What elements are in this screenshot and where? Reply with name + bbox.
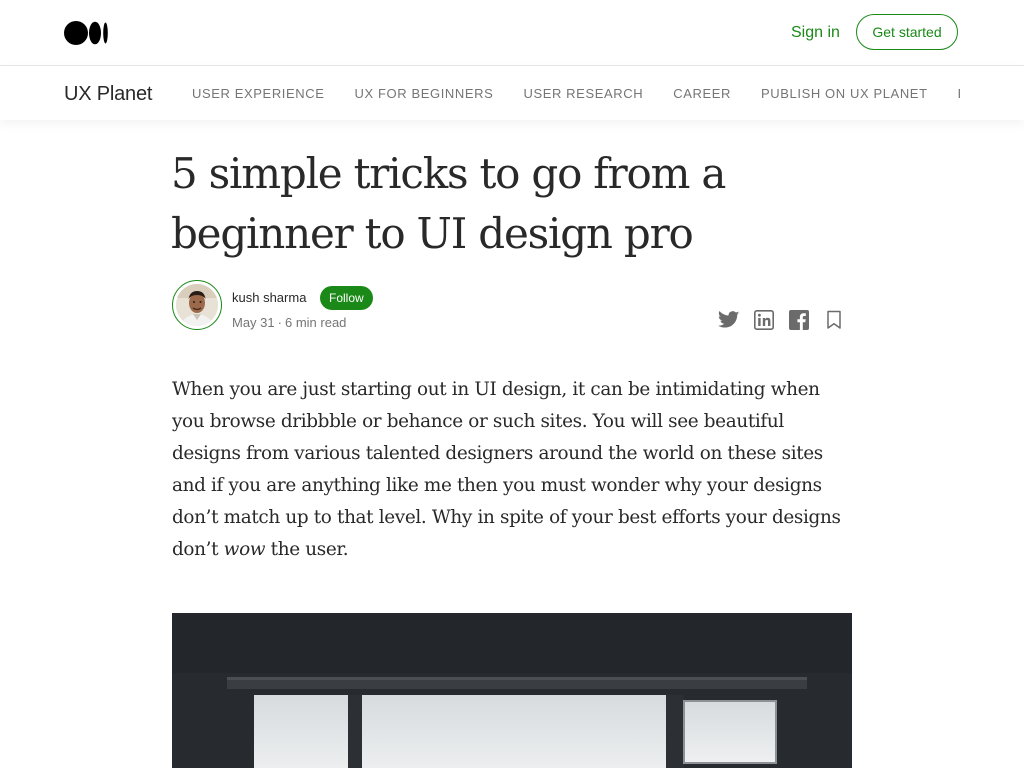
article-meta: May 31 · 6 min read	[232, 315, 346, 330]
nav-item-ux-for-beginners[interactable]: UX FOR BEGINNERS	[355, 85, 494, 105]
publication-bar: UX Planet USER EXPERIENCE UX FOR BEGINNE…	[0, 66, 1024, 120]
nav-item-career[interactable]: CAREER	[673, 85, 731, 105]
article-title: 5 simple tricks to go from a beginner to…	[171, 149, 726, 258]
read-time: 6 min read	[284, 315, 347, 330]
hero-image	[172, 613, 852, 768]
get-started-button[interactable]: Get started	[856, 14, 958, 50]
share-bar	[716, 307, 856, 332]
article-intro-paragraph: When you are just starting out in UI des…	[172, 374, 856, 566]
publication-nav: USER EXPERIENCE UX FOR BEGINNERS USER RE…	[192, 85, 960, 105]
avatar-image	[176, 284, 218, 326]
nav-item-publish[interactable]: PUBLISH ON UX PLANET	[761, 85, 928, 105]
intro-text: When you are just starting out in UI des…	[172, 379, 841, 560]
nav-item-user-research[interactable]: USER RESEARCH	[523, 85, 643, 105]
author-block: kush sharma Follow May 31 · 6 min read	[172, 280, 852, 336]
follow-button[interactable]: Follow	[320, 286, 373, 310]
medium-logo[interactable]	[64, 21, 109, 45]
twitter-icon[interactable]	[716, 307, 741, 332]
top-bar: Sign in Get started	[0, 0, 1024, 66]
author-avatar[interactable]	[172, 280, 222, 330]
publication-name[interactable]: UX Planet	[64, 82, 152, 106]
intro-text-end: the user.	[265, 539, 349, 560]
nav-item-es[interactable]: ES	[958, 85, 960, 105]
facebook-icon[interactable]	[786, 307, 811, 332]
bookmark-icon[interactable]	[821, 307, 846, 332]
publish-date: May 31	[232, 315, 275, 330]
nav-item-user-experience[interactable]: USER EXPERIENCE	[192, 85, 325, 105]
sign-in-link[interactable]: Sign in	[791, 22, 840, 44]
author-name[interactable]: kush sharma	[232, 290, 306, 305]
intro-emphasis: wow	[223, 539, 266, 560]
linkedin-icon[interactable]	[751, 307, 776, 332]
meta-separator: ·	[277, 315, 282, 330]
